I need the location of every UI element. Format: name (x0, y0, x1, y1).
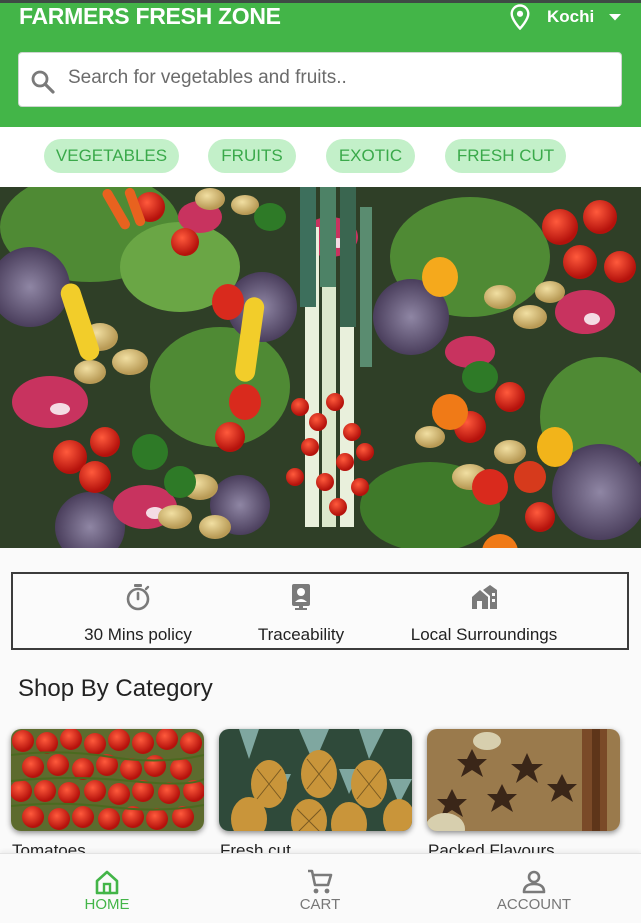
brand-title: FARMERS FRESH ZONE (19, 3, 281, 29)
feature-label: Traceability (257, 625, 345, 644)
cart-icon (308, 869, 333, 894)
bottom-navigation: HOME CART ACCOUNT (0, 853, 641, 923)
pineapples-image (219, 729, 412, 831)
nav-home[interactable]: HOME (0, 854, 214, 923)
banner-illustration (0, 187, 641, 548)
tomatoes-image (11, 729, 204, 831)
location-label: Kochi (547, 7, 595, 26)
chip-fruits[interactable]: FRUITS (208, 139, 296, 173)
search-icon (31, 70, 55, 94)
category-chips: VEGETABLES FRUITS EXOTIC FRESH CUT (0, 127, 641, 187)
chip-vegetables[interactable]: VEGETABLES (44, 139, 179, 173)
homes-icon (472, 585, 497, 609)
stopwatch-icon (126, 584, 150, 611)
account-icon (522, 870, 546, 894)
chip-exotic[interactable]: EXOTIC (326, 139, 415, 173)
category-card-packed-flavours[interactable]: Packed Flavours (427, 729, 620, 860)
feature-traceability: Traceability (226, 574, 376, 648)
category-card-tomatoes[interactable]: Tomatoes (11, 729, 204, 860)
nav-label: ACCOUNT (496, 896, 572, 913)
features-panel: 30 Mins policy Traceability Local Surrou… (11, 572, 629, 650)
section-title: Shop By Category (18, 675, 213, 702)
nav-account[interactable]: ACCOUNT (427, 854, 641, 923)
home-icon (95, 870, 119, 895)
feature-label: Local Surroundings (410, 625, 558, 644)
app-header: FARMERS FRESH ZONE Kochi (0, 0, 641, 127)
nav-cart[interactable]: CART (213, 854, 427, 923)
nav-label: HOME (84, 896, 130, 913)
nav-label: CART (299, 896, 341, 913)
caret-down-icon (609, 14, 622, 21)
category-card-fresh-cut[interactable]: Fresh cut (219, 729, 412, 860)
camera-badge-icon (292, 584, 310, 610)
search-input[interactable] (68, 66, 588, 89)
feature-30-mins: 30 Mins policy (63, 574, 213, 648)
chip-fresh-cut[interactable]: FRESH CUT (445, 139, 566, 173)
map-pin-icon (510, 4, 530, 30)
feature-label: 30 Mins policy (84, 625, 192, 644)
feature-local-surroundings: Local Surroundings (400, 574, 568, 648)
location-selector[interactable]: Kochi (508, 4, 622, 30)
spices-image (427, 729, 620, 831)
vegetables-banner-image[interactable] (0, 187, 641, 548)
search-bar[interactable] (18, 52, 622, 107)
app-screen: FARMERS FRESH ZONE Kochi VEGETABLES FRUI… (0, 0, 641, 923)
